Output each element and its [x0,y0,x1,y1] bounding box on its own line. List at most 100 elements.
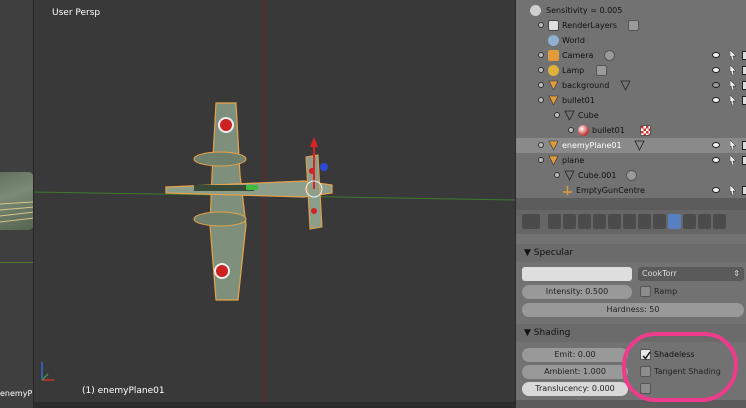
render-tab-icon[interactable] [548,214,561,229]
expand-dot-icon[interactable] [538,67,544,73]
outliner-label: plane [562,156,585,165]
render-layer-icon[interactable] [628,20,639,31]
data-tab-icon[interactable] [653,214,666,229]
collapse-triangle-icon: ▼ [524,248,534,258]
object-tab-icon[interactable] [608,214,621,229]
outliner-row-cube001[interactable]: Cube.001 [516,168,746,183]
render-camera-icon[interactable] [742,156,746,165]
outliner-label: enemyPlane01 [562,141,622,150]
render-camera-icon[interactable] [742,141,746,150]
outliner-row-enemyplane01[interactable]: enemyPlane01 [516,138,746,153]
outliner-row-bullet01[interactable]: bullet01 [516,93,746,108]
particles-tab-icon[interactable] [698,214,711,229]
collapse-triangle-icon: ▼ [524,328,534,338]
3d-viewport[interactable]: User Persp (1) enemyPlane01 [34,0,515,408]
expand-dot-icon[interactable] [538,52,544,58]
emit-field[interactable]: Emit: 0.00 [522,348,628,362]
material-slot-icon[interactable] [626,170,637,181]
select-arrow-icon[interactable] [730,185,736,195]
object-icon [548,95,559,106]
expand-dot-icon[interactable] [568,127,574,133]
dropdown-arrow-icon: ⇕ [733,269,740,278]
render-camera-icon[interactable] [742,81,746,90]
material-tab-icon[interactable] [668,214,681,229]
enemy-plane-model[interactable] [154,95,334,305]
outliner-row-renderlayers[interactable]: RenderLayers [516,18,746,33]
left-viewport[interactable]: enemyPlane01 [0,0,34,408]
texture-tab-icon[interactable] [683,214,696,229]
expand-dot-icon[interactable] [538,142,544,148]
outliner-row-camera[interactable]: Camera [516,48,746,63]
visibility-eye-icon[interactable] [712,187,720,193]
outliner-row-world[interactable]: World [516,33,746,48]
outliner-label: bullet01 [592,126,625,135]
outliner-row-lamp[interactable]: Lamp [516,63,746,78]
editor-type-icon[interactable] [522,214,540,229]
outliner-label: bullet01 [562,96,595,105]
visibility-eye-icon[interactable] [712,97,720,103]
outliner-row-emptyguncentre[interactable]: EmptyGunCentre [516,183,746,198]
scene-tab-icon[interactable] [578,214,591,229]
select-arrow-icon[interactable] [730,50,736,60]
active-object-label: (1) enemyPlane01 [82,386,165,396]
select-arrow-icon[interactable] [730,95,736,105]
area-divider[interactable] [516,198,746,210]
constraints-tab-icon[interactable] [623,214,636,229]
expand-dot-icon[interactable] [538,82,544,88]
visibility-eye-icon[interactable] [712,52,720,58]
specular-shader-value: CookTorr [642,269,677,278]
render-camera-icon[interactable] [742,51,746,60]
expand-dot-icon[interactable] [538,22,544,28]
expand-dot-icon[interactable] [554,112,560,118]
hardness-field[interactable]: Hardness: 50 [522,303,744,317]
outliner-label: RenderLayers [562,21,617,30]
outliner-row-bullet01-material[interactable]: bullet01 [516,123,746,138]
outliner-label: Cube.001 [578,171,617,180]
select-arrow-icon[interactable] [730,155,736,165]
ambient-field[interactable]: Ambient: 1.000 [522,365,628,379]
modifiers-tab-icon[interactable] [638,214,651,229]
visibility-eye-icon[interactable] [712,82,720,88]
expand-dot-icon[interactable] [554,172,560,178]
material-icon [578,125,589,136]
outliner-row-plane[interactable]: plane [516,153,746,168]
render-camera-icon[interactable] [742,96,746,105]
expand-dot-icon[interactable] [538,157,544,163]
ramp-checkbox[interactable] [640,286,651,297]
select-arrow-icon[interactable] [730,65,736,75]
expand-dot-icon[interactable] [538,97,544,103]
physics-tab-icon[interactable] [713,214,726,229]
camera-data-icon[interactable] [604,50,615,61]
outliner-row-scene[interactable]: Sensitivity = 0.005 [516,3,746,18]
lamp-data-icon[interactable] [596,65,607,76]
view-name-label: User Persp [52,8,101,18]
outliner-row-cube[interactable]: Cube [516,108,746,123]
outliner-row-background[interactable]: background [516,78,746,93]
specular-panel-header[interactable]: ▼ Specular [516,244,746,262]
outliner[interactable]: Sensitivity = 0.005 RenderLayers World C… [516,0,746,198]
mesh-data-icon[interactable] [634,140,645,151]
viewport-header-bar[interactable] [34,402,515,408]
shading-title: Shading [533,328,571,338]
highlight-annotation [622,332,738,402]
world-tab-icon[interactable] [593,214,606,229]
visibility-eye-icon[interactable] [712,67,720,73]
camera-icon [548,50,559,61]
object-icon [548,155,559,166]
select-arrow-icon[interactable] [730,80,736,90]
object-icon [548,80,559,91]
render-camera-icon[interactable] [742,66,746,75]
visibility-eye-icon[interactable] [712,142,720,148]
axis-orientation-icon [41,362,54,381]
visibility-eye-icon[interactable] [712,157,720,163]
specular-color-swatch[interactable] [522,267,632,281]
specular-shader-select[interactable]: CookTorr ⇕ [638,267,744,281]
outliner-label: Camera [562,51,594,60]
texture-icon[interactable] [640,125,651,136]
translucency-field[interactable]: Translucency: 0.000 [522,382,628,396]
specular-intensity-field[interactable]: Intensity: 0.500 [522,285,632,299]
render-layers-tab-icon[interactable] [563,214,576,229]
render-camera-icon[interactable] [742,186,746,195]
mesh-data-icon[interactable] [620,80,631,91]
select-arrow-icon[interactable] [730,140,736,150]
